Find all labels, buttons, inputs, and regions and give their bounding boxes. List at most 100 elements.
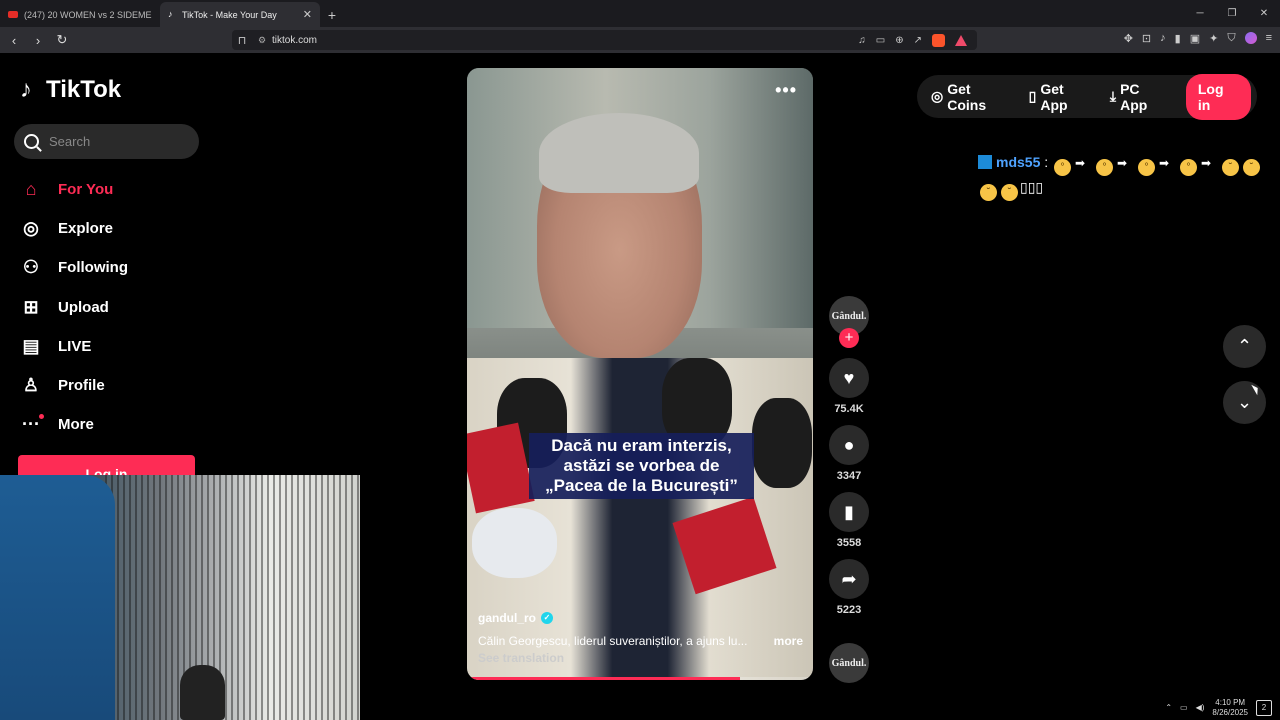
video-options-icon[interactable]: ••• [775, 80, 797, 101]
like-button[interactable]: ♥ [829, 358, 869, 398]
comment-separator: : [1044, 154, 1049, 170]
youtube-icon [8, 11, 18, 18]
video-progress-bar[interactable] [467, 677, 813, 680]
new-tab-button[interactable]: + [320, 2, 344, 27]
sidebar-icon[interactable]: ▮ [1175, 32, 1181, 45]
video-player[interactable]: ••• Dacă nu eram interzis, astăzi se vor… [467, 68, 813, 680]
extensions-icon[interactable]: ✥ [1124, 32, 1133, 45]
sidebar-item-more[interactable]: ··· More [18, 405, 218, 444]
zoom-icon[interactable]: ⊕ [895, 35, 903, 46]
comment-count: 3347 [836, 470, 862, 482]
description-text: Călin Georgescu, liderul suveraniștilor,… [478, 634, 748, 648]
sidebar-item-live[interactable]: ▤ LIVE [18, 327, 218, 366]
video-author[interactable]: gandul_ro ✓ [478, 611, 554, 625]
share-button[interactable]: ➦ [829, 559, 869, 599]
get-app-button[interactable]: ▯ Get App [1029, 81, 1093, 113]
network-icon[interactable]: ▭ [1180, 703, 1188, 712]
sidebar-item-label: Upload [58, 298, 109, 316]
clock[interactable]: 4:10 PM 8/26/2025 [1212, 698, 1248, 718]
url-text[interactable]: tiktok.com [272, 35, 858, 46]
sidebar-item-for-you[interactable]: ⌂ For You [18, 170, 218, 209]
close-tab-icon[interactable]: ✕ [303, 8, 312, 21]
author-name[interactable]: gandul_ro [478, 611, 536, 625]
browser-tab-bar: (247) 20 WOMEN vs 2 SIDEMEN: MA ♪ TikTok… [0, 0, 1280, 27]
tray-expand-icon[interactable]: ⌃ [1165, 703, 1172, 712]
unknown-glyph-icon: ▯▯▯ [1020, 179, 1044, 195]
restore-button[interactable]: ❐ [1216, 0, 1248, 27]
mute-icon[interactable]: ♫ [858, 35, 866, 46]
sidebar-item-upload[interactable]: ⊞ Upload [18, 288, 218, 327]
like-count: 75.4K [834, 403, 864, 415]
surprised-emoji-icon: ° [1054, 159, 1072, 176]
media-icon[interactable]: ♪ [1160, 32, 1166, 45]
share-icon[interactable]: ↗ [914, 35, 922, 46]
download-icon: ⤓ [1109, 88, 1117, 104]
bookmark-icon: ▮ [844, 501, 854, 522]
live-icon: ▤ [22, 335, 40, 356]
menu-icon[interactable]: ≡ [1266, 32, 1272, 45]
close-window-button[interactable]: ✕ [1248, 0, 1280, 27]
address-bar-icons: ♫ ▭ ⊕ ↗ [858, 33, 967, 47]
search-icon [24, 134, 39, 149]
sidebar-item-explore[interactable]: ◎ Explore [18, 209, 218, 248]
like-action: ♥ 75.4K [827, 358, 871, 415]
search-input[interactable]: Search [14, 124, 199, 159]
volume-icon[interactable]: ◀) [1196, 703, 1205, 712]
surprised-emoji-icon: ° [1096, 159, 1114, 176]
tiktok-page: ♪ TikTok Search ⌂ For You ◎ Explore ⚇ Fo… [0, 53, 1280, 720]
address-bar[interactable]: ⊓ ⚙ tiktok.com ♫ ▭ ⊕ ↗ [232, 30, 977, 50]
video-actions: Gândul. + ♥ 75.4K ● 3347 ▮ 3558 ➦ 5223 [827, 296, 871, 616]
kiss-emoji-icon: ˘ [1222, 159, 1240, 176]
floating-comment: mds55 : ° ➡ ° ➡ ° ➡ ° ➡ ˘ ˘ ˘ ˘ ▯▯▯ [978, 151, 1273, 201]
sidebar-item-profile[interactable]: ♙ Profile [18, 366, 218, 405]
kiss-emoji-icon: ˘ [980, 184, 997, 201]
follow-button[interactable]: + [839, 328, 859, 348]
get-coins-button[interactable]: ◎ Get Coins [931, 81, 1012, 113]
header-login-button[interactable]: Log in [1185, 73, 1251, 120]
wallet-icon[interactable]: ▣ [1190, 32, 1200, 45]
back-button[interactable]: ‹ [4, 30, 24, 50]
compass-icon: ◎ [23, 218, 39, 239]
screenshot-icon[interactable]: ⊡ [1142, 32, 1151, 45]
tiktok-icon: ♪ [168, 9, 173, 19]
profile-icon: ♙ [22, 375, 40, 396]
ai-assistant-icon[interactable] [1244, 32, 1257, 44]
brave-rewards-icon[interactable] [955, 34, 967, 46]
save-action: ▮ 3558 [827, 492, 871, 549]
see-translation-link[interactable]: See translation [478, 651, 564, 665]
forward-button[interactable]: › [28, 30, 48, 50]
pc-app-label: PC App [1120, 80, 1148, 113]
pc-app-button[interactable]: ⤓ PC App [1110, 81, 1169, 113]
next-video-button[interactable]: ⌄ [1223, 381, 1266, 424]
comment-user-badge-icon [978, 155, 992, 169]
verified-icon: ✓ [541, 612, 554, 624]
notification-button[interactable]: 2 [1256, 699, 1272, 716]
tiktok-logo[interactable]: ♪ TikTok [20, 76, 121, 104]
arrow-emoji-icon: ➡ [1075, 156, 1086, 170]
chevron-down-icon: ⌄ [1236, 392, 1253, 412]
reload-button[interactable]: ↻ [52, 30, 72, 50]
brave-shields-icon[interactable] [932, 33, 945, 47]
previous-video-button[interactable]: ⌃ [1223, 325, 1266, 368]
bookmark-icon[interactable]: ⊓ [232, 34, 252, 47]
vpn-icon[interactable]: ⛉ [1227, 32, 1235, 45]
comment-action: ● 3347 [827, 425, 871, 482]
tab-title: (247) 20 WOMEN vs 2 SIDEMEN: MA [24, 9, 152, 20]
sidebar-item-label: More [58, 416, 94, 434]
surprised-emoji-icon: ° [1180, 159, 1198, 176]
sidebar-item-following[interactable]: ⚇ Following [18, 248, 218, 287]
comment-user[interactable]: mds55 [996, 154, 1040, 170]
music-disc-avatar[interactable]: Gândul. [829, 643, 869, 683]
clock-date: 8/26/2025 [1212, 707, 1248, 717]
comment-button[interactable]: ● [829, 425, 869, 465]
save-button[interactable]: ▮ [829, 492, 869, 532]
minimize-button[interactable]: ─ [1184, 0, 1216, 27]
leo-icon[interactable]: ✦ [1209, 32, 1218, 45]
tab-youtube[interactable]: (247) 20 WOMEN vs 2 SIDEMEN: MA [0, 2, 160, 27]
tab-tiktok[interactable]: ♪ TikTok - Make Your Day ✕ [160, 2, 320, 27]
description-more-button[interactable]: more [774, 634, 803, 648]
cast-icon[interactable]: ▭ [876, 35, 885, 46]
more-icon: ··· [18, 412, 44, 438]
save-count: 3558 [836, 537, 862, 549]
site-info-icon[interactable]: ⚙ [252, 35, 272, 46]
